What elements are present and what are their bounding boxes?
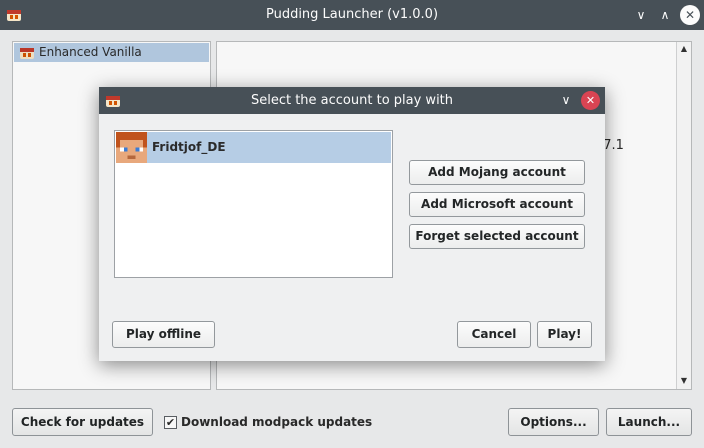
close-icon: ✕ — [585, 94, 596, 107]
dialog-close-button[interactable]: ✕ — [581, 91, 600, 110]
cancel-button[interactable]: Cancel — [457, 321, 531, 348]
window-titlebar[interactable]: Pudding Launcher (v1.0.0) ∨ ∧ ✕ — [0, 0, 704, 30]
player-head-icon — [116, 132, 147, 163]
add-microsoft-account-button[interactable]: Add Microsoft account — [409, 192, 585, 217]
dialog-titlebar[interactable]: Select the account to play with ∨ ✕ — [99, 87, 605, 114]
account-dialog: Select the account to play with ∨ ✕ Frid… — [99, 87, 605, 361]
play-button[interactable]: Play! — [537, 321, 592, 348]
dialog-title: Select the account to play with — [250, 93, 454, 108]
dialog-minimize-button[interactable]: ∨ — [556, 90, 576, 110]
play-offline-button[interactable]: Play offline — [112, 321, 215, 348]
account-list[interactable]: Fridtjof_DE — [114, 130, 393, 278]
forget-selected-account-button[interactable]: Forget selected account — [409, 224, 585, 249]
account-row[interactable]: Fridtjof_DE — [116, 132, 391, 163]
add-mojang-account-button[interactable]: Add Mojang account — [409, 160, 585, 185]
window-title: Pudding Launcher (v1.0.0) — [265, 7, 439, 22]
minimize-button[interactable]: ∨ — [631, 5, 651, 25]
account-name: Fridtjof_DE — [152, 140, 226, 154]
close-icon: ✕ — [684, 8, 696, 22]
maximize-button[interactable]: ∧ — [655, 5, 675, 25]
close-button[interactable]: ✕ — [680, 5, 700, 25]
